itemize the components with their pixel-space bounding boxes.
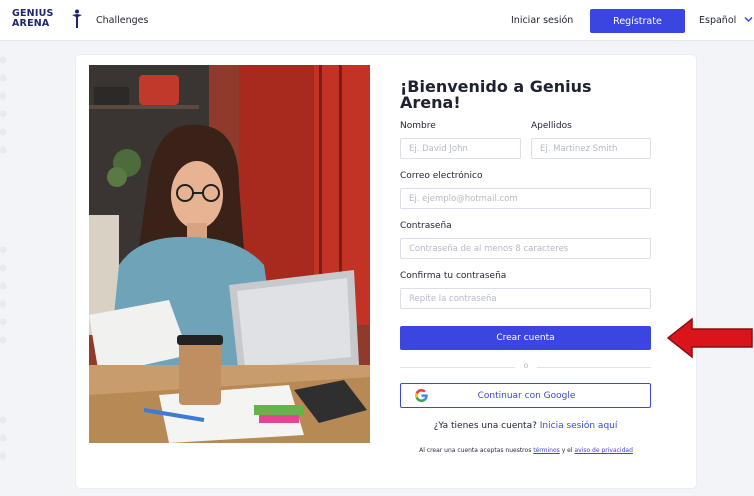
email-label: Correo electrónico xyxy=(400,171,483,181)
terms-link[interactable]: términos xyxy=(533,447,560,454)
top-navbar: GENIUS ARENA Challenges Iniciar sesión R… xyxy=(0,0,754,40)
first-name-label: Nombre xyxy=(400,121,436,131)
email-input[interactable] xyxy=(400,188,651,209)
divider-or: o xyxy=(523,361,529,370)
login-link[interactable]: Iniciar sesión xyxy=(511,15,573,26)
google-signin-button[interactable]: Continuar con Google xyxy=(400,383,651,408)
first-name-input[interactable] xyxy=(400,138,521,159)
logo-figure-icon xyxy=(72,9,82,28)
page-title: ¡Bienvenido a Genius Arena! xyxy=(400,77,592,112)
last-name-input[interactable] xyxy=(531,138,651,159)
have-account-text: ¿Ya tienes una cuenta? Inicia sesión aqu… xyxy=(433,421,618,431)
create-account-button[interactable]: Crear cuenta xyxy=(400,326,651,350)
red-arrow-icon xyxy=(666,317,753,359)
privacy-link[interactable]: aviso de privacidad xyxy=(574,447,632,454)
register-button[interactable]: Regístrate xyxy=(590,9,685,33)
password-input[interactable] xyxy=(400,238,651,259)
hero-photo xyxy=(89,65,370,443)
login-here-link[interactable]: Inicia sesión aquí xyxy=(540,421,618,431)
genius-arena-logo[interactable]: GENIUS ARENA xyxy=(12,9,84,33)
last-name-label: Apellidos xyxy=(531,121,572,131)
nav-challenges-link[interactable]: Challenges xyxy=(96,15,148,26)
google-button-label: Continuar con Google xyxy=(477,391,576,401)
chevron-down-icon[interactable] xyxy=(744,16,753,23)
confirm-password-label: Confirma tu contraseña xyxy=(400,271,507,281)
logo-wordmark: GENIUS ARENA xyxy=(12,8,54,29)
divider-line-right xyxy=(537,367,651,368)
confirm-password-input[interactable] xyxy=(400,288,651,309)
divider-line-left xyxy=(400,367,515,368)
language-selector[interactable]: Español xyxy=(699,15,736,26)
terms-notice: Al crear una cuenta aceptas nuestros tér… xyxy=(419,447,633,454)
password-label: Contraseña xyxy=(400,221,452,231)
